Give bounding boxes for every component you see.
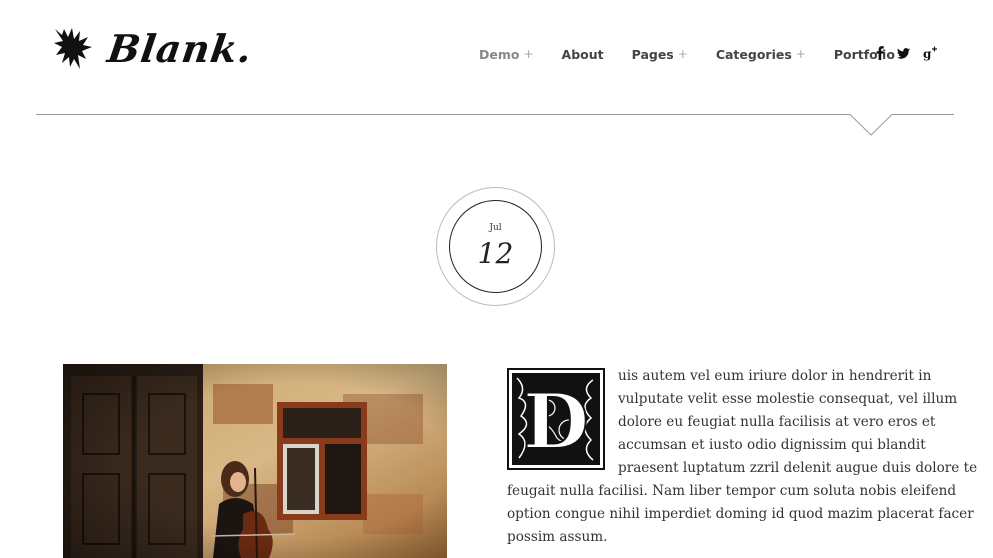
- post-date-month: Jul: [489, 223, 502, 233]
- article-line: vulputate velit esse molestie consequat,…: [618, 391, 958, 407]
- nav-item-pages[interactable]: Pages +: [632, 47, 688, 62]
- social-links: g: [876, 42, 951, 64]
- article-line: uis autem vel eum iriure dolor in hendre…: [618, 368, 932, 384]
- article-line: dolore eu feugiat nulla facilisis at ver…: [618, 414, 936, 430]
- main-nav: Demo + About Pages + Categories + Portfo…: [479, 44, 937, 64]
- twitter-icon[interactable]: [897, 43, 910, 63]
- article-line: option congue nihil imperdiet doming id …: [507, 506, 974, 522]
- article-line: feugait nulla facilisi. Nam liber tempor…: [507, 483, 957, 499]
- eagle-icon: [54, 28, 92, 69]
- article-line: accumsan et iusto odio dignissim qui bla…: [618, 437, 926, 453]
- nav-item-categories[interactable]: Categories +: [716, 47, 806, 62]
- nav-label: About: [561, 46, 604, 62]
- nav-item-demo[interactable]: Demo +: [479, 47, 534, 62]
- nav-item-about[interactable]: About: [562, 47, 604, 62]
- header-divider: [36, 114, 954, 136]
- post-date-badge: Jul 12: [436, 187, 555, 306]
- plus-icon: +: [795, 47, 806, 61]
- post-date-day: 12: [477, 237, 514, 270]
- facebook-icon[interactable]: [876, 43, 884, 63]
- plus-icon: +: [523, 47, 534, 61]
- site-logo[interactable]: Blank.: [52, 24, 256, 72]
- plus-icon: +: [677, 47, 688, 61]
- article-line: possim assum.: [507, 529, 608, 545]
- post-featured-image[interactable]: [63, 364, 447, 558]
- post-excerpt: uis autem vel eum iriure dolor in hendre…: [507, 365, 978, 549]
- article-line: praesent luptatum zzril delenit augue du…: [618, 460, 978, 476]
- nav-label: Pages: [631, 46, 674, 62]
- nav-label: Categories: [715, 46, 792, 62]
- brand-name: Blank.: [104, 26, 256, 71]
- nav-label: Demo: [479, 46, 520, 62]
- google-plus-icon[interactable]: g: [923, 43, 938, 63]
- post-date-inner: Jul 12: [449, 200, 542, 293]
- svg-text:g: g: [923, 47, 932, 61]
